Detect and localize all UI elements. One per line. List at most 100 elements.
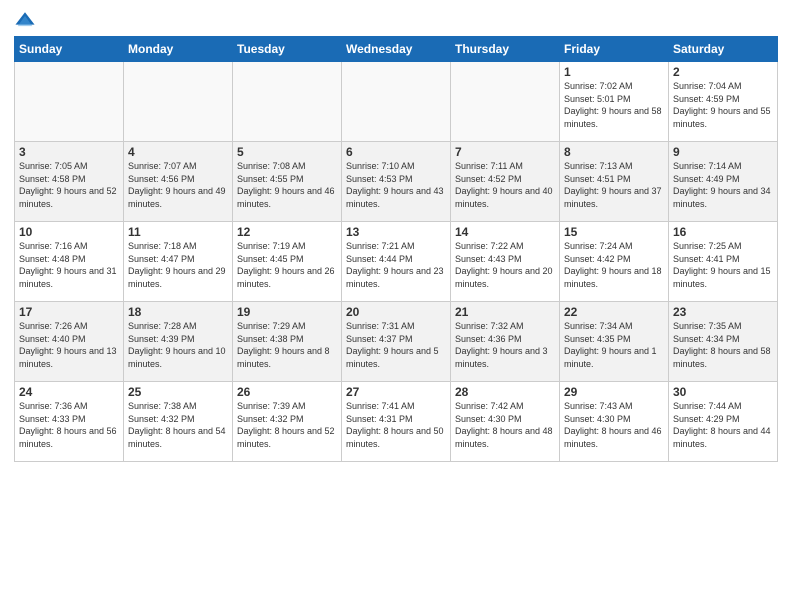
day-info: Sunrise: 7:42 AM Sunset: 4:30 PM Dayligh… [455, 400, 555, 450]
day-info: Sunrise: 7:31 AM Sunset: 4:37 PM Dayligh… [346, 320, 446, 370]
day-cell: 6Sunrise: 7:10 AM Sunset: 4:53 PM Daylig… [342, 142, 451, 222]
day-cell: 5Sunrise: 7:08 AM Sunset: 4:55 PM Daylig… [233, 142, 342, 222]
day-cell [15, 62, 124, 142]
day-cell: 25Sunrise: 7:38 AM Sunset: 4:32 PM Dayli… [124, 382, 233, 462]
day-cell: 17Sunrise: 7:26 AM Sunset: 4:40 PM Dayli… [15, 302, 124, 382]
day-number: 17 [19, 305, 119, 319]
day-cell [342, 62, 451, 142]
day-number: 1 [564, 65, 664, 79]
day-cell: 20Sunrise: 7:31 AM Sunset: 4:37 PM Dayli… [342, 302, 451, 382]
day-number: 12 [237, 225, 337, 239]
day-info: Sunrise: 7:24 AM Sunset: 4:42 PM Dayligh… [564, 240, 664, 290]
day-cell: 29Sunrise: 7:43 AM Sunset: 4:30 PM Dayli… [560, 382, 669, 462]
day-info: Sunrise: 7:29 AM Sunset: 4:38 PM Dayligh… [237, 320, 337, 370]
day-number: 15 [564, 225, 664, 239]
day-number: 26 [237, 385, 337, 399]
day-number: 22 [564, 305, 664, 319]
day-number: 7 [455, 145, 555, 159]
day-number: 3 [19, 145, 119, 159]
week-row-5: 24Sunrise: 7:36 AM Sunset: 4:33 PM Dayli… [15, 382, 778, 462]
day-cell: 26Sunrise: 7:39 AM Sunset: 4:32 PM Dayli… [233, 382, 342, 462]
day-cell: 30Sunrise: 7:44 AM Sunset: 4:29 PM Dayli… [669, 382, 778, 462]
day-number: 18 [128, 305, 228, 319]
day-info: Sunrise: 7:28 AM Sunset: 4:39 PM Dayligh… [128, 320, 228, 370]
week-row-1: 1Sunrise: 7:02 AM Sunset: 5:01 PM Daylig… [15, 62, 778, 142]
day-cell: 15Sunrise: 7:24 AM Sunset: 4:42 PM Dayli… [560, 222, 669, 302]
day-cell: 28Sunrise: 7:42 AM Sunset: 4:30 PM Dayli… [451, 382, 560, 462]
day-number: 14 [455, 225, 555, 239]
day-info: Sunrise: 7:05 AM Sunset: 4:58 PM Dayligh… [19, 160, 119, 210]
weekday-header-row: SundayMondayTuesdayWednesdayThursdayFrid… [15, 37, 778, 62]
day-cell: 8Sunrise: 7:13 AM Sunset: 4:51 PM Daylig… [560, 142, 669, 222]
day-info: Sunrise: 7:19 AM Sunset: 4:45 PM Dayligh… [237, 240, 337, 290]
day-number: 2 [673, 65, 773, 79]
day-cell: 27Sunrise: 7:41 AM Sunset: 4:31 PM Dayli… [342, 382, 451, 462]
day-cell: 7Sunrise: 7:11 AM Sunset: 4:52 PM Daylig… [451, 142, 560, 222]
page-container: SundayMondayTuesdayWednesdayThursdayFrid… [0, 0, 792, 468]
day-cell: 1Sunrise: 7:02 AM Sunset: 5:01 PM Daylig… [560, 62, 669, 142]
weekday-header-friday: Friday [560, 37, 669, 62]
day-info: Sunrise: 7:13 AM Sunset: 4:51 PM Dayligh… [564, 160, 664, 210]
day-number: 20 [346, 305, 446, 319]
day-number: 24 [19, 385, 119, 399]
day-number: 8 [564, 145, 664, 159]
day-info: Sunrise: 7:34 AM Sunset: 4:35 PM Dayligh… [564, 320, 664, 370]
day-cell: 4Sunrise: 7:07 AM Sunset: 4:56 PM Daylig… [124, 142, 233, 222]
day-cell: 13Sunrise: 7:21 AM Sunset: 4:44 PM Dayli… [342, 222, 451, 302]
day-number: 4 [128, 145, 228, 159]
logo-icon [14, 10, 36, 32]
day-info: Sunrise: 7:04 AM Sunset: 4:59 PM Dayligh… [673, 80, 773, 130]
header [14, 10, 778, 32]
day-number: 30 [673, 385, 773, 399]
logo [14, 10, 40, 32]
weekday-header-sunday: Sunday [15, 37, 124, 62]
day-cell: 2Sunrise: 7:04 AM Sunset: 4:59 PM Daylig… [669, 62, 778, 142]
day-cell [124, 62, 233, 142]
day-cell: 22Sunrise: 7:34 AM Sunset: 4:35 PM Dayli… [560, 302, 669, 382]
day-info: Sunrise: 7:21 AM Sunset: 4:44 PM Dayligh… [346, 240, 446, 290]
day-number: 13 [346, 225, 446, 239]
day-cell [451, 62, 560, 142]
day-info: Sunrise: 7:22 AM Sunset: 4:43 PM Dayligh… [455, 240, 555, 290]
day-number: 10 [19, 225, 119, 239]
day-number: 19 [237, 305, 337, 319]
day-cell: 23Sunrise: 7:35 AM Sunset: 4:34 PM Dayli… [669, 302, 778, 382]
day-number: 23 [673, 305, 773, 319]
week-row-2: 3Sunrise: 7:05 AM Sunset: 4:58 PM Daylig… [15, 142, 778, 222]
day-info: Sunrise: 7:08 AM Sunset: 4:55 PM Dayligh… [237, 160, 337, 210]
day-number: 25 [128, 385, 228, 399]
day-info: Sunrise: 7:36 AM Sunset: 4:33 PM Dayligh… [19, 400, 119, 450]
weekday-header-saturday: Saturday [669, 37, 778, 62]
day-info: Sunrise: 7:32 AM Sunset: 4:36 PM Dayligh… [455, 320, 555, 370]
day-info: Sunrise: 7:43 AM Sunset: 4:30 PM Dayligh… [564, 400, 664, 450]
calendar: SundayMondayTuesdayWednesdayThursdayFrid… [14, 36, 778, 462]
week-row-3: 10Sunrise: 7:16 AM Sunset: 4:48 PM Dayli… [15, 222, 778, 302]
day-number: 16 [673, 225, 773, 239]
day-cell: 9Sunrise: 7:14 AM Sunset: 4:49 PM Daylig… [669, 142, 778, 222]
weekday-header-monday: Monday [124, 37, 233, 62]
day-number: 29 [564, 385, 664, 399]
day-info: Sunrise: 7:14 AM Sunset: 4:49 PM Dayligh… [673, 160, 773, 210]
day-info: Sunrise: 7:10 AM Sunset: 4:53 PM Dayligh… [346, 160, 446, 210]
day-cell: 11Sunrise: 7:18 AM Sunset: 4:47 PM Dayli… [124, 222, 233, 302]
day-number: 11 [128, 225, 228, 239]
day-number: 5 [237, 145, 337, 159]
day-info: Sunrise: 7:26 AM Sunset: 4:40 PM Dayligh… [19, 320, 119, 370]
day-cell: 21Sunrise: 7:32 AM Sunset: 4:36 PM Dayli… [451, 302, 560, 382]
day-info: Sunrise: 7:44 AM Sunset: 4:29 PM Dayligh… [673, 400, 773, 450]
week-row-4: 17Sunrise: 7:26 AM Sunset: 4:40 PM Dayli… [15, 302, 778, 382]
day-number: 27 [346, 385, 446, 399]
day-number: 21 [455, 305, 555, 319]
day-info: Sunrise: 7:16 AM Sunset: 4:48 PM Dayligh… [19, 240, 119, 290]
day-cell: 14Sunrise: 7:22 AM Sunset: 4:43 PM Dayli… [451, 222, 560, 302]
weekday-header-thursday: Thursday [451, 37, 560, 62]
day-info: Sunrise: 7:07 AM Sunset: 4:56 PM Dayligh… [128, 160, 228, 210]
day-cell: 16Sunrise: 7:25 AM Sunset: 4:41 PM Dayli… [669, 222, 778, 302]
day-cell: 18Sunrise: 7:28 AM Sunset: 4:39 PM Dayli… [124, 302, 233, 382]
weekday-header-tuesday: Tuesday [233, 37, 342, 62]
day-info: Sunrise: 7:35 AM Sunset: 4:34 PM Dayligh… [673, 320, 773, 370]
day-cell [233, 62, 342, 142]
day-cell: 19Sunrise: 7:29 AM Sunset: 4:38 PM Dayli… [233, 302, 342, 382]
day-info: Sunrise: 7:25 AM Sunset: 4:41 PM Dayligh… [673, 240, 773, 290]
weekday-header-wednesday: Wednesday [342, 37, 451, 62]
